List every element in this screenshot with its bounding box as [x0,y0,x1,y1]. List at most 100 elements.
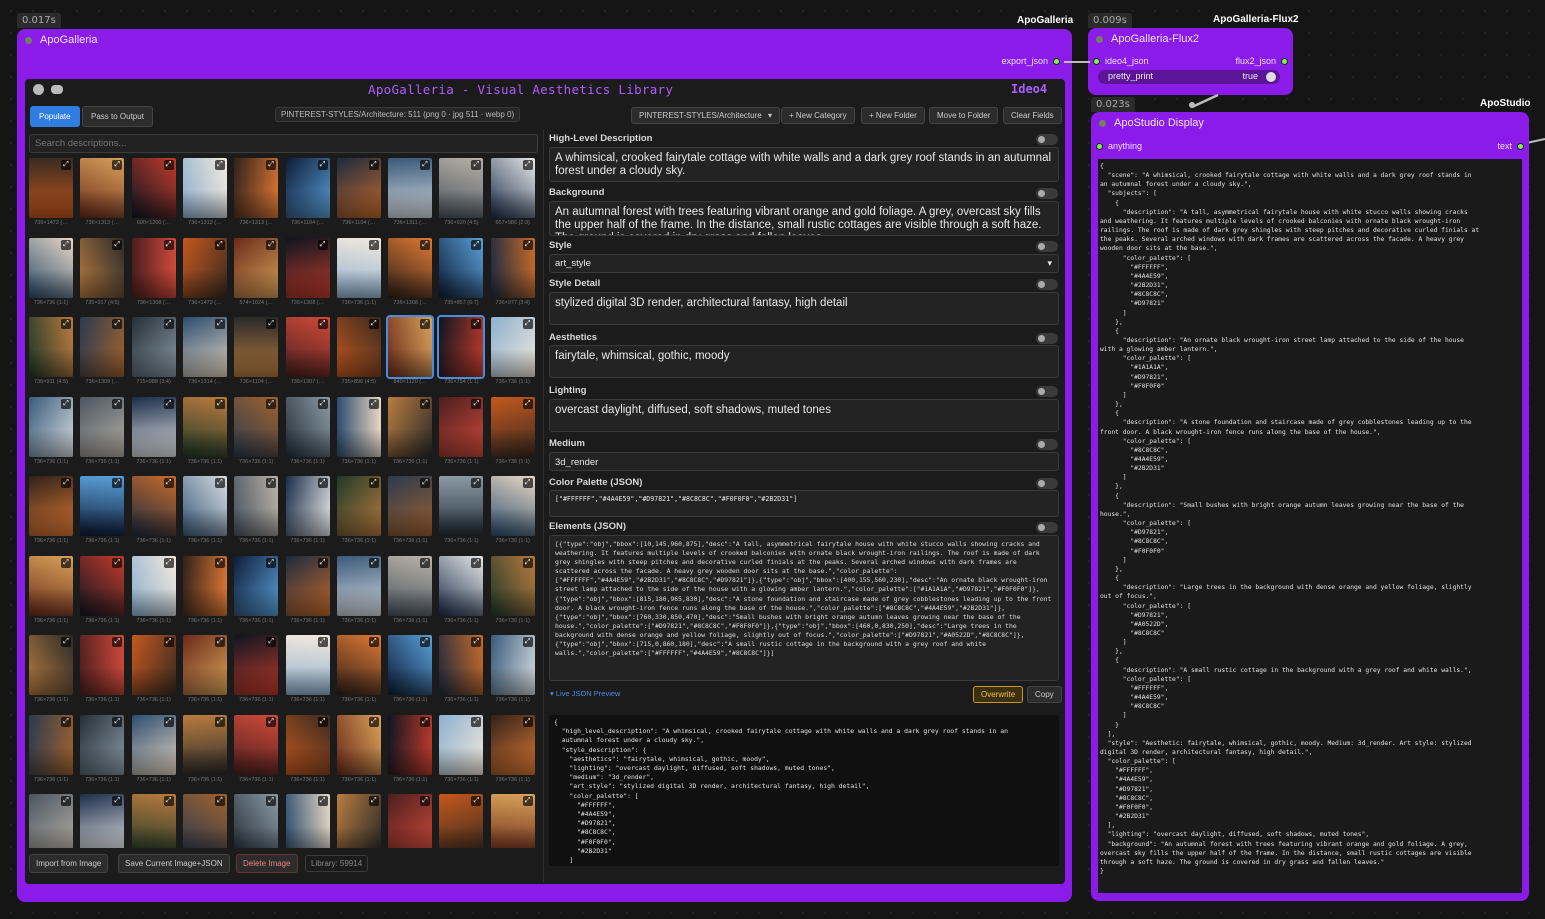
thumbnail-image[interactable]: ⤢ [131,317,176,377]
node-header[interactable]: ApoStudio Display [1091,112,1529,134]
thumbnail-image[interactable]: ⤢ [29,476,73,536]
expand-icon[interactable]: ⤢ [471,557,482,568]
thumbnail-image[interactable]: ⤢ [29,396,73,457]
expand-icon[interactable]: ⤢ [522,160,533,170]
background-toggle[interactable] [1036,188,1058,199]
image-thumbnail[interactable]: ⤢ 736×736 (1:1) [80,396,125,472]
output-port[interactable]: export_json [1001,56,1060,66]
high-level-field[interactable]: A whimsical, crooked fairytale cottage w… [549,147,1059,182]
image-thumbnail[interactable]: ⤢ 736×736 (1:1) [490,714,535,790]
thumbnail-image[interactable]: ⤢ [336,158,381,218]
thumbnail-image[interactable]: ⤢ [182,794,227,848]
expand-icon[interactable]: ⤢ [420,398,431,409]
image-thumbnail[interactable]: ⤢ 736×736 (1:1) [29,555,73,631]
new-folder-button[interactable]: + New Folder [861,107,925,124]
thumbnail-image[interactable]: ⤢ [490,317,535,377]
thumbnail-image[interactable]: ⤢ [182,317,227,377]
overwrite-button[interactable]: Overwrite [973,686,1024,703]
pass-to-output-button[interactable]: Pass to Output [82,106,153,127]
thumbnail-image[interactable]: ⤢ [439,794,484,848]
thumbnail-image[interactable]: ⤢ [388,237,433,298]
image-thumbnail[interactable]: ⤢ 736×1308 (… [131,237,176,313]
expand-icon[interactable]: ⤢ [266,716,277,727]
live-json-preview-toggle[interactable]: ▾ Live JSON Preview [550,689,620,698]
image-thumbnail[interactable]: ⤢ 736×736 (1:1) [80,555,125,631]
thumbnail-image[interactable]: ⤢ [234,158,279,218]
expand-icon[interactable]: ⤢ [317,716,328,727]
style-detail-field[interactable]: stylized digital 3D render, architectura… [549,292,1059,325]
github-icon[interactable] [33,84,44,95]
expand-icon[interactable]: ⤢ [266,557,277,568]
thumbnail-image[interactable]: ⤢ [285,635,330,695]
image-thumbnail[interactable]: ⤢ 736×736 (1:1) [336,714,381,790]
output-port-dot-icon[interactable] [1053,57,1060,65]
thumbnail-image[interactable]: ⤢ [234,476,279,536]
expand-icon[interactable]: ⤢ [112,557,123,568]
image-thumbnail[interactable]: ⤢ 736×736 (1:1) [285,396,330,472]
image-thumbnail[interactable]: ⤢ 736×736 (1:1) [336,237,381,313]
expand-icon[interactable]: ⤢ [368,796,379,806]
thumbnail-image[interactable]: ⤢ [234,714,279,775]
expand-icon[interactable]: ⤢ [368,398,379,409]
expand-icon[interactable]: ⤢ [266,239,277,250]
image-thumbnail[interactable]: ⤢ 736×736 (1:1) [285,476,330,551]
expand-icon[interactable]: ⤢ [61,319,71,329]
expand-icon[interactable]: ⤢ [266,398,277,409]
image-thumbnail[interactable]: ⤢ 735×857 (6:7) [439,237,484,313]
thumbnail-image[interactable]: ⤢ [131,237,176,298]
image-thumbnail[interactable]: ⤢ 736×736 (1:1) [285,714,330,790]
thumbnail-image[interactable]: ⤢ [29,158,73,218]
image-thumbnail[interactable]: ⤢ 736×1312 (… [182,158,227,233]
image-thumbnail[interactable]: ⤢ 736×736 (1:1) [234,555,279,631]
expand-icon[interactable]: ⤢ [420,796,431,806]
thumbnail-image[interactable]: ⤢ [285,794,330,848]
image-thumbnail[interactable]: ⤢ 736×736 (1:1) [131,635,176,710]
thumbnail-image[interactable]: ⤢ [336,396,381,457]
image-thumbnail[interactable]: ⤢ 736×977 (3:4) [490,237,535,313]
expand-icon[interactable]: ⤢ [471,478,482,488]
expand-icon[interactable]: ⤢ [214,637,225,647]
image-thumbnail[interactable]: ⤢ 736×736 (1:1) [388,476,433,551]
expand-icon[interactable]: ⤢ [317,239,328,250]
output-port[interactable]: flux2_json [1235,56,1288,66]
output-port-dot-icon[interactable] [1281,57,1288,65]
image-thumbnail[interactable]: ⤢ 736×736 (1:1) [131,476,176,551]
thumbnail-image[interactable]: ⤢ [386,315,435,379]
image-thumbnail[interactable]: ⤢ 736×1104 (… [336,158,381,233]
expand-icon[interactable]: ⤢ [471,319,482,329]
image-thumbnail[interactable]: ⤢ 736×736 (1:1) [336,635,381,710]
expand-icon[interactable]: ⤢ [163,239,174,250]
elements-field[interactable]: [{"type":"obj","bbox":[10,145,960,875],"… [549,535,1059,681]
image-thumbnail[interactable]: ⤢ 736×736 (1:1) [439,555,484,631]
image-thumbnail[interactable]: ⤢ 736×1472 (… [182,237,227,313]
expand-icon[interactable]: ⤢ [420,239,431,250]
thumbnail-image[interactable]: ⤢ [29,317,73,377]
thumbnail-image[interactable]: ⤢ [80,555,125,616]
expand-icon[interactable]: ⤢ [522,557,533,568]
thumbnail-image[interactable]: ⤢ [388,714,433,775]
expand-icon[interactable]: ⤢ [266,637,277,647]
image-thumbnail[interactable]: ⤢ 736×736 (1:1) [439,396,484,472]
thumbnail-image[interactable]: ⤢ [80,714,125,775]
image-thumbnail[interactable]: ⤢ 736×736 (1:1) [182,476,227,551]
thumbnail-image[interactable]: ⤢ [182,396,227,457]
image-thumbnail[interactable]: ⤢ 736×920 (4:5) [439,158,484,233]
image-thumbnail[interactable]: ⤢ 736×736 (1:1) [80,635,125,710]
thumbnail-image[interactable]: ⤢ [29,555,73,616]
image-thumbnail[interactable]: ⤢ 736×736 (1:1) [388,555,433,631]
image-thumbnail[interactable]: ⤢ 736×736 (1:1) [131,396,176,472]
image-thumbnail[interactable]: ⤢ 736×736 (1:1) [388,635,433,710]
image-thumbnail[interactable]: ⤢ 736×736 (1:1) [182,396,227,472]
image-thumbnail[interactable]: ⤢ 736×736 (1:1) [182,635,227,710]
expand-icon[interactable]: ⤢ [163,796,174,806]
image-thumbnail[interactable]: ⤢ 736×1313 (… [80,158,125,233]
image-thumbnail[interactable]: ⤢ [182,794,227,848]
image-thumbnail[interactable]: ⤢ 736×736 (1:1) [388,714,433,790]
thumbnail-image[interactable]: ⤢ [388,794,433,848]
apostudio-display-node[interactable]: ApoStudio Display anything text { "scene… [1091,112,1529,901]
thumbnail-image[interactable]: ⤢ [285,396,330,457]
image-thumbnail[interactable]: ⤢ 736×736 (1:1) [182,714,227,790]
aesthetics-toggle[interactable] [1036,333,1058,344]
high-level-toggle[interactable] [1036,134,1058,145]
thumbnail-image[interactable]: ⤢ [439,714,484,775]
